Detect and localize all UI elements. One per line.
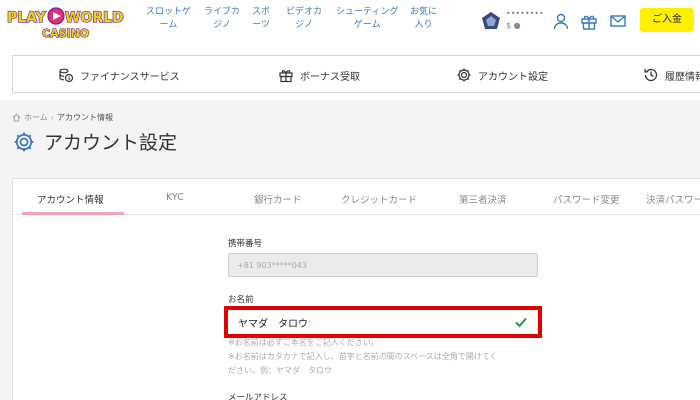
name-note-1: ※お名前は必ずご本名をご記入ください。 bbox=[228, 338, 379, 347]
tab-credit-card[interactable]: クレジットカード bbox=[341, 192, 417, 206]
gift-icon bbox=[279, 70, 293, 83]
vip-badge-icon bbox=[482, 12, 500, 29]
history-icon bbox=[644, 68, 658, 82]
active-tab-indicator bbox=[22, 212, 124, 215]
mail-icon[interactable] bbox=[609, 12, 627, 30]
tab-kyc[interactable]: KYC bbox=[166, 192, 184, 203]
gear-icon bbox=[14, 132, 34, 151]
play-world-casino-logo[interactable]: PLAY WORLD CASINO bbox=[6, 5, 124, 39]
nav-video-casino[interactable]: ビデオカ ジノ bbox=[286, 6, 322, 32]
svg-text:PLAY: PLAY bbox=[7, 10, 47, 26]
name-label: お名前 bbox=[228, 295, 254, 305]
subnav-label: アカウント設定 bbox=[478, 71, 548, 83]
home-icon[interactable] bbox=[12, 113, 21, 122]
tab-bank-card[interactable]: 銀行カード bbox=[254, 192, 302, 206]
breadcrumb-separator-icon: › bbox=[50, 113, 54, 122]
nav-favorites[interactable]: お気に 入り bbox=[410, 6, 437, 32]
subnav-label: 履歴情報 bbox=[665, 71, 700, 83]
nav-live-casino[interactable]: ライブカ ジノ bbox=[204, 6, 240, 32]
svg-text:WORLD: WORLD bbox=[65, 10, 124, 26]
user-balance: $ ● bbox=[506, 21, 521, 30]
name-field[interactable]: ヤマダ タロウ bbox=[224, 306, 542, 338]
top-header: PLAY WORLD CASINO スロットゲ ーム ライブカ ジノ スポ ーツ… bbox=[0, 0, 700, 44]
svg-text:CASINO: CASINO bbox=[42, 27, 89, 39]
nav-slot-games[interactable]: スロットゲ ーム bbox=[146, 6, 191, 32]
user-name: •••••••• bbox=[506, 9, 544, 18]
check-icon bbox=[515, 317, 527, 328]
finance-icon: $ bbox=[59, 68, 74, 83]
phone-value: +81 903*****043 bbox=[237, 260, 307, 270]
phone-field: +81 903*****043 bbox=[228, 253, 538, 277]
page-title: アカウント設定 bbox=[44, 132, 178, 154]
subnav-label: ファイナンスサービス bbox=[80, 71, 180, 83]
phone-label: 携帯番号 bbox=[228, 239, 263, 249]
name-note-3: ださい。例：ヤマダ タロウ bbox=[228, 366, 332, 375]
user-icon[interactable] bbox=[552, 12, 570, 30]
deposit-button[interactable]: ご入金 bbox=[640, 8, 694, 32]
name-note-2: ※お名前はカタカナで記入し、苗字と名前の間のスペースは全角で開けてく bbox=[228, 352, 498, 361]
subnav-history[interactable]: 履歴情報 bbox=[643, 56, 700, 94]
subnav-bonus[interactable]: ボーナス受取 bbox=[278, 56, 360, 94]
breadcrumb-current: アカウント情報 bbox=[56, 113, 113, 122]
name-value: ヤマダ タロウ bbox=[238, 318, 308, 330]
tab-password-change[interactable]: パスワード変更 bbox=[553, 192, 620, 206]
tab-payment-password[interactable]: 決済パスワード bbox=[646, 192, 700, 206]
page-title-row: アカウント設定 bbox=[12, 128, 177, 155]
user-info: •••••••• $ ● bbox=[506, 8, 544, 32]
subnav-label: ボーナス受取 bbox=[300, 71, 360, 83]
nav-sports[interactable]: スポ ーツ bbox=[252, 6, 270, 32]
email-label: メールアドレス bbox=[228, 393, 288, 400]
subnav-finance-service[interactable]: $ ファイナンスサービス bbox=[58, 56, 180, 94]
tab-account-info[interactable]: アカウント情報 bbox=[37, 192, 104, 206]
subnav-account-settings[interactable]: アカウント設定 bbox=[456, 56, 548, 94]
nav-shooting-games[interactable]: シューティング ゲーム bbox=[336, 6, 398, 32]
gear-icon bbox=[457, 68, 471, 82]
gift-icon[interactable] bbox=[580, 12, 598, 30]
svg-text:$: $ bbox=[68, 76, 71, 82]
breadcrumb-home[interactable]: ホーム bbox=[24, 112, 48, 123]
tab-third-party-payment[interactable]: 第三者決済 bbox=[459, 192, 507, 206]
account-subnav: $ ファイナンスサービス ボーナス受取 アカウント設定 履歴情報 bbox=[12, 55, 700, 93]
breadcrumb: ホーム › アカウント情報 bbox=[12, 112, 113, 123]
